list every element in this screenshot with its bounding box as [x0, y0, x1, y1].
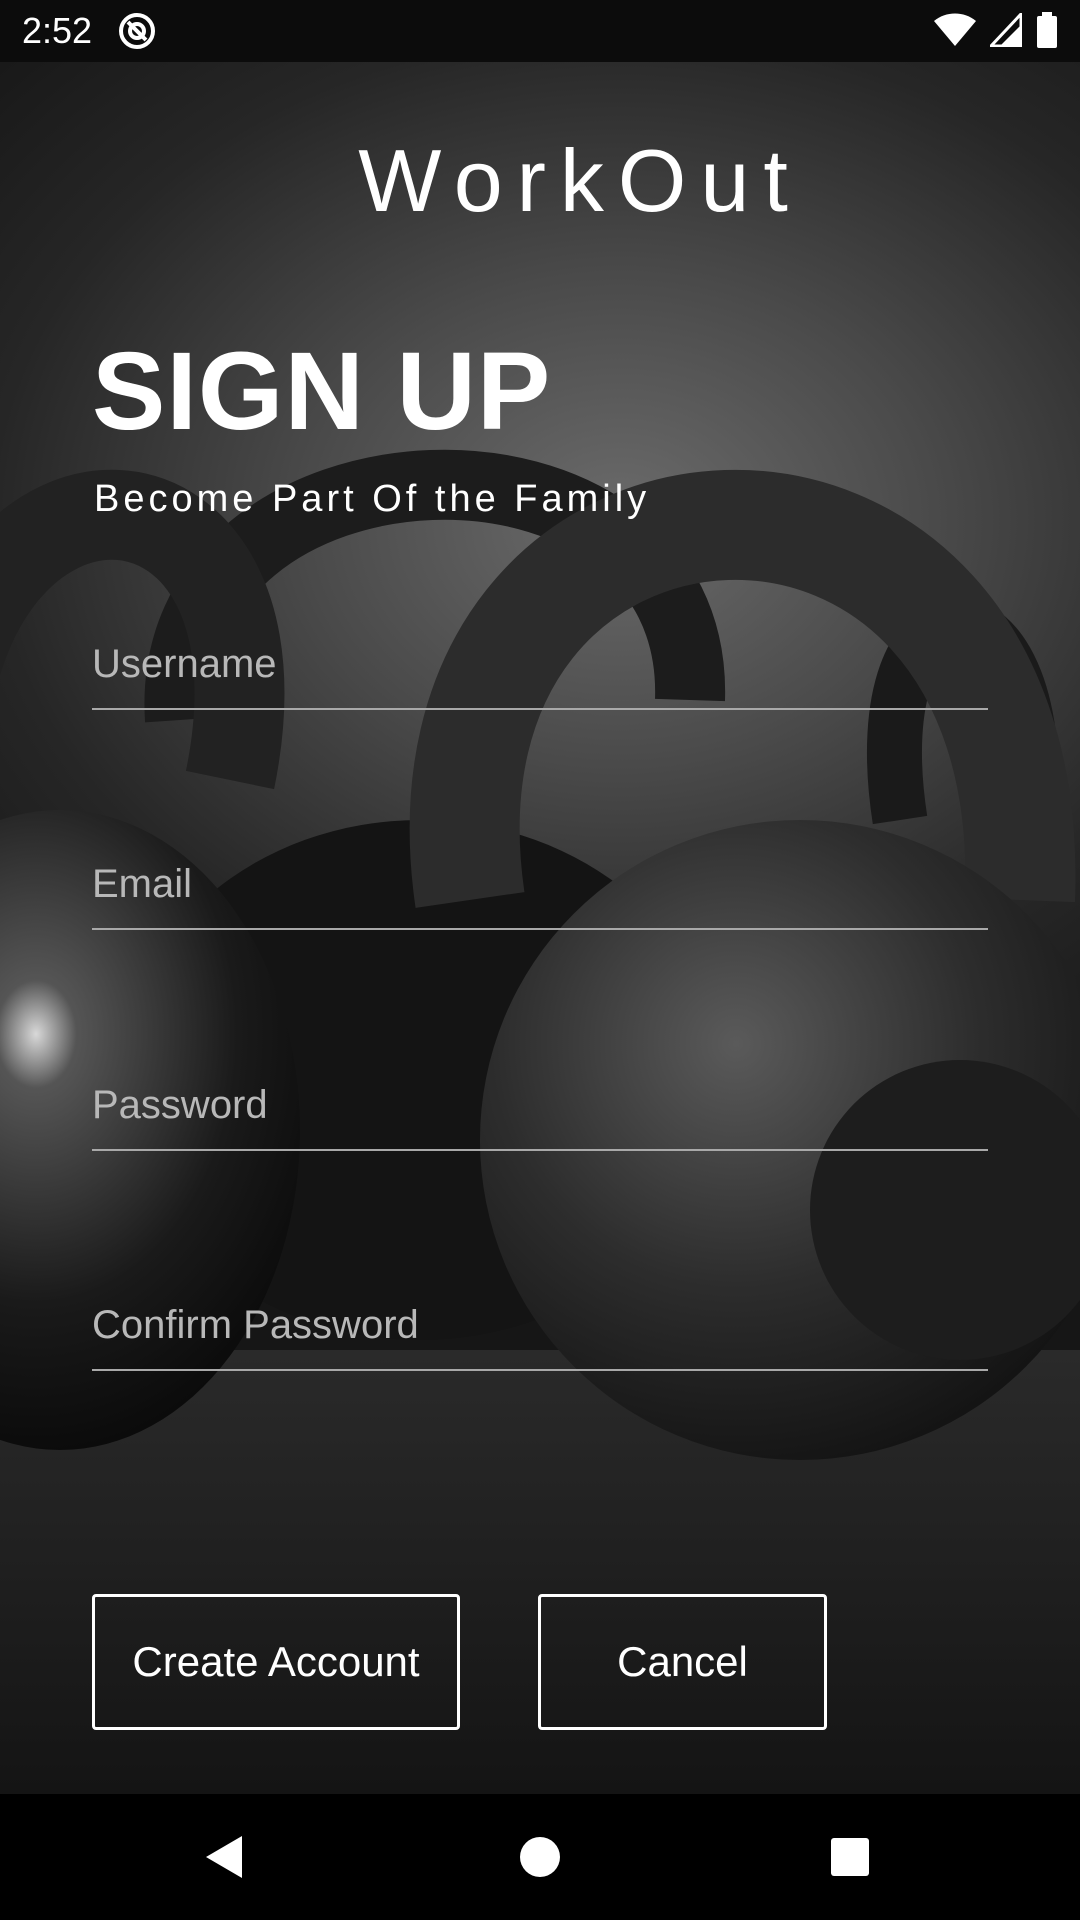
status-time: 2:52	[22, 10, 93, 51]
battery-icon	[1036, 11, 1058, 53]
signal-icon	[987, 9, 1023, 52]
password-input[interactable]	[92, 1061, 988, 1151]
password-field-container	[92, 1061, 988, 1151]
wifi-icon	[934, 13, 976, 52]
back-icon[interactable]	[192, 1824, 258, 1890]
page-subheading: Become Part Of the Family	[94, 478, 651, 520]
confirm-password-input[interactable]	[92, 1281, 988, 1371]
page-heading: SIGN UP	[92, 330, 552, 453]
create-account-button[interactable]: Create Account	[92, 1594, 460, 1730]
app-title: WorkOut	[358, 131, 802, 230]
cancel-label: Cancel	[617, 1638, 748, 1685]
navigation-bar	[0, 1794, 1080, 1920]
username-field-container	[92, 620, 988, 710]
confirm-password-field-container	[92, 1281, 988, 1371]
signup-screen: 2:52 WorkOut SIGN UP Become Part Of the …	[0, 0, 1080, 1920]
home-icon[interactable]	[507, 1824, 573, 1890]
email-field-container	[92, 840, 988, 930]
email-input[interactable]	[92, 840, 988, 930]
cancel-button[interactable]: Cancel	[538, 1594, 827, 1730]
recents-icon[interactable]	[817, 1824, 883, 1890]
status-icons	[934, 9, 1058, 53]
create-account-label: Create Account	[132, 1638, 420, 1685]
status-bar: 2:52	[0, 0, 1080, 62]
at-sign-icon	[118, 12, 156, 50]
username-input[interactable]	[92, 620, 988, 710]
